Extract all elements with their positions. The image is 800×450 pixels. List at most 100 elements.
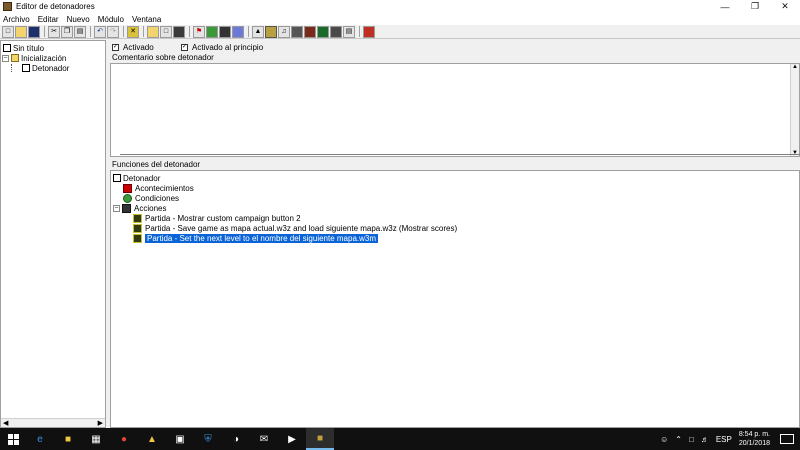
enabled-checkbox[interactable]: ✓ (112, 43, 119, 51)
app-icon-10[interactable]: ▶ (278, 428, 306, 450)
redo-icon[interactable]: ↷ (107, 25, 119, 38)
import-icon[interactable] (330, 25, 342, 38)
save-icon[interactable] (28, 25, 40, 38)
language-indicator[interactable]: ESP (716, 435, 732, 444)
toolbar-separator (189, 26, 190, 37)
tree-trigger[interactable]: Detonador (11, 63, 69, 73)
action-icon[interactable] (219, 25, 231, 38)
clock[interactable]: 8:54 p. m. 20/1/2018 (739, 430, 770, 448)
app-icon-6[interactable]: ▣ (166, 428, 194, 450)
minimize-button[interactable]: — (710, 0, 740, 13)
events-node[interactable]: Acontecimientos (123, 183, 194, 193)
new-comment-icon[interactable] (173, 25, 185, 38)
edge-icon[interactable]: e (26, 428, 54, 450)
tree-category[interactable]: – Inicialización (2, 53, 66, 63)
object-icon[interactable] (291, 25, 303, 38)
window-controls: — ❐ ✕ (710, 0, 800, 13)
store-icon[interactable]: ▦ (82, 428, 110, 450)
app-icon (3, 2, 12, 11)
menu-archivo[interactable]: Archivo (3, 15, 30, 24)
trigger-icon (113, 174, 121, 182)
unit-icon[interactable] (265, 25, 277, 38)
warcraft-action-icon (133, 223, 142, 233)
red-flag-icon (123, 183, 132, 193)
app-warning-icon[interactable]: ▲ (138, 428, 166, 450)
condition-icon (123, 193, 132, 203)
shield-icon[interactable]: ⛨ (194, 428, 222, 450)
region-icon[interactable] (317, 25, 329, 38)
terrain-icon[interactable]: ▲ (252, 25, 264, 38)
new-category-icon[interactable] (147, 25, 159, 38)
folder-icon (11, 54, 19, 62)
comment-label: Comentario sobre detonador (112, 53, 214, 62)
toolbar-separator (123, 26, 124, 37)
green-event-icon[interactable] (206, 25, 218, 38)
action-item[interactable]: Partida - Save game as mapa actual.w3z a… (133, 223, 457, 233)
window-titlebar: Editor de detonadores — ❐ ✕ (0, 0, 800, 13)
scroll-down-icon[interactable]: ▼ (792, 150, 798, 156)
new-trigger-icon[interactable]: □ (160, 25, 172, 38)
section-divider (120, 154, 800, 155)
notification-icon[interactable] (780, 434, 794, 444)
maximize-button[interactable]: ❐ (740, 0, 770, 13)
test-map-icon[interactable] (363, 25, 375, 38)
close-button[interactable]: ✕ (770, 0, 800, 13)
script-icon[interactable]: ▤ (343, 25, 355, 38)
open-icon[interactable] (15, 25, 27, 38)
camera-icon[interactable] (304, 25, 316, 38)
tree-trigger-label: Detonador (32, 63, 70, 73)
initially-on-checkbox-row[interactable]: ✓ Activado al principio (181, 42, 263, 52)
functions-root-label: Detonador (123, 173, 161, 183)
scroll-left-icon[interactable]: ◀ (3, 419, 8, 427)
map-icon (3, 44, 11, 52)
network-icon[interactable]: □ (689, 435, 694, 444)
comment-textarea[interactable]: ▲ ▼ (110, 63, 800, 157)
tree-horizontal-scrollbar[interactable]: ◀ ▶ (1, 418, 105, 427)
scroll-right-icon[interactable]: ▶ (98, 419, 103, 427)
conditions-node[interactable]: Condiciones (123, 193, 179, 203)
tree-root-label: Sin título (13, 43, 45, 53)
file-explorer-icon[interactable]: ■ (54, 428, 82, 450)
menu-modulo[interactable]: Módulo (98, 15, 124, 24)
world-editor-icon[interactable]: ■ (306, 428, 334, 450)
chrome-icon[interactable]: ● (110, 428, 138, 450)
action-item[interactable]: Partida - Mostrar custom campaign button… (133, 213, 301, 223)
menu-ventana[interactable]: Ventana (132, 15, 161, 24)
mail-icon[interactable]: ✉ (250, 428, 278, 450)
action-item-label: Partida - Save game as mapa actual.w3z a… (145, 223, 458, 233)
new-icon[interactable]: □ (2, 25, 14, 38)
toolbar-separator (359, 26, 360, 37)
collapse-icon[interactable]: – (2, 54, 9, 62)
tree-category-label: Inicialización (21, 53, 67, 63)
menu-nuevo[interactable]: Nuevo (67, 15, 90, 24)
comment-scrollbar[interactable]: ▲ ▼ (790, 64, 799, 156)
red-flag-icon[interactable]: ⚑ (193, 25, 205, 38)
toolbar-separator (90, 26, 91, 37)
volume-icon[interactable]: ♬ (701, 435, 709, 444)
start-button[interactable] (0, 428, 26, 450)
cut-icon[interactable]: ✂ (48, 25, 60, 38)
paste-icon[interactable]: ▤ (74, 25, 86, 38)
menu-bar: Archivo Editar Nuevo Módulo Ventana (0, 13, 800, 25)
grid-icon[interactable] (232, 25, 244, 38)
menu-editar[interactable]: Editar (38, 15, 59, 24)
initially-on-checkbox[interactable]: ✓ (181, 43, 188, 51)
chevron-up-icon[interactable]: ⌃ (675, 435, 682, 444)
functions-root[interactable]: Detonador (113, 173, 160, 183)
enabled-checkbox-row[interactable]: ✓ Activado (112, 42, 154, 52)
tree-root[interactable]: Sin título (3, 43, 44, 53)
people-icon[interactable]: ☺ (660, 435, 668, 444)
collapse-icon[interactable]: – (113, 204, 120, 212)
trigger-functions-tree: Detonador Acontecimientos Condiciones – … (110, 170, 800, 428)
actions-node[interactable]: – Acciones (113, 203, 166, 213)
sound-icon[interactable]: ♫ (278, 25, 290, 38)
tree-connector (11, 64, 20, 72)
copy-icon[interactable]: ❐ (61, 25, 73, 38)
delete-icon[interactable]: ✕ (127, 25, 139, 38)
action-item-label: Partida - Set the next level to el nombr… (145, 233, 379, 243)
scroll-up-icon[interactable]: ▲ (792, 64, 798, 70)
undo-icon[interactable]: ↶ (94, 25, 106, 38)
paint-icon[interactable]: ◑ (222, 428, 250, 450)
trigger-details: ✓ Activado ✓ Activado al principio Comen… (110, 40, 800, 428)
action-item-selected[interactable]: Partida - Set the next level to el nombr… (133, 233, 379, 243)
